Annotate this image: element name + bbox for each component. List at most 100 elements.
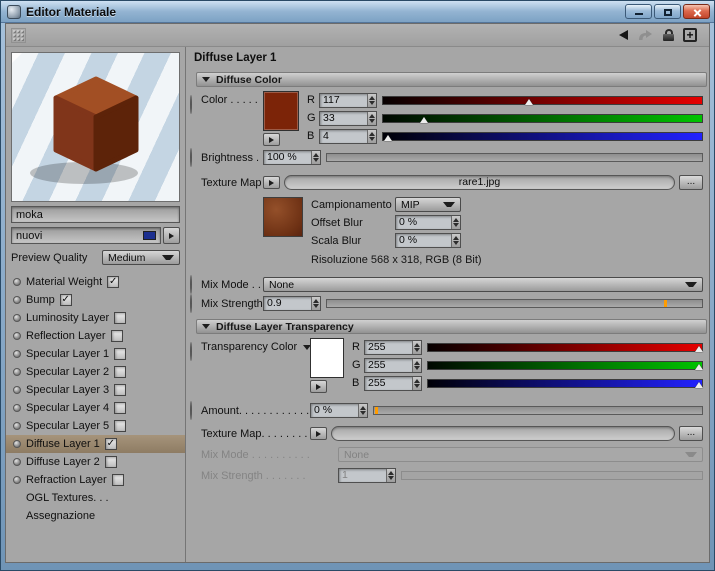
- transparency-browse-button[interactable]: ...: [679, 426, 703, 441]
- channel-specular-layer-2[interactable]: Specular Layer 2: [6, 363, 185, 381]
- spinner-arrows-icon[interactable]: [412, 358, 421, 372]
- transparency-color-swatch[interactable]: [310, 338, 344, 378]
- anim-dot[interactable]: [13, 404, 21, 412]
- anim-dot[interactable]: [13, 278, 21, 286]
- g-value-spinner[interactable]: 33: [319, 110, 377, 126]
- channel-checkbox[interactable]: [104, 456, 117, 468]
- slider-handle[interactable]: [374, 407, 378, 414]
- channel-checkbox[interactable]: [114, 384, 127, 396]
- anim-dot[interactable]: [13, 332, 21, 340]
- channel-checkbox[interactable]: [114, 366, 127, 378]
- title-bar[interactable]: Editor Materiale: [1, 1, 714, 23]
- transparency-b-spinner[interactable]: 255: [364, 375, 422, 391]
- close-button[interactable]: [683, 4, 710, 19]
- spinner-arrows-icon[interactable]: [367, 129, 376, 143]
- history-back-icon[interactable]: [619, 30, 628, 40]
- layer-expand-button[interactable]: [163, 227, 180, 244]
- amount-spinner[interactable]: 0 %: [310, 403, 368, 418]
- channel-checkbox[interactable]: ✓: [107, 276, 120, 288]
- add-icon[interactable]: [683, 28, 697, 42]
- section-diffuse-color[interactable]: Diffuse Color: [196, 72, 707, 87]
- r-value-spinner[interactable]: 117: [319, 92, 377, 108]
- anim-dot[interactable]: [13, 368, 21, 376]
- brightness-slider[interactable]: [326, 153, 703, 162]
- diffuse-color-swatch[interactable]: [263, 91, 299, 131]
- anim-dot[interactable]: [13, 458, 21, 466]
- sampling-dropdown[interactable]: MIP: [395, 197, 461, 212]
- color-expand-button[interactable]: [263, 133, 280, 146]
- transparency-expand-button[interactable]: [310, 380, 327, 393]
- transparency-b-slider[interactable]: [427, 378, 703, 388]
- channel-checkbox[interactable]: [114, 420, 127, 432]
- texture-expand-button[interactable]: [263, 176, 280, 189]
- spinner-arrows-icon[interactable]: [412, 376, 421, 390]
- spinner-arrows-icon[interactable]: [367, 111, 376, 125]
- material-name-field[interactable]: moka: [11, 206, 180, 223]
- channel-checkbox[interactable]: ✓: [59, 294, 72, 306]
- channel-luminosity-layer[interactable]: Luminosity Layer: [6, 309, 185, 327]
- spinner-arrows-icon[interactable]: [311, 151, 320, 164]
- channel-specular-layer-1[interactable]: Specular Layer 1: [6, 345, 185, 363]
- texture-thumbnail[interactable]: [263, 197, 303, 237]
- redo-arrow-icon[interactable]: [637, 29, 654, 42]
- item-ogl-textures[interactable]: OGL Textures. . .: [6, 489, 185, 507]
- spinner-arrows-icon[interactable]: [451, 216, 460, 229]
- mix-strength-spinner[interactable]: 0.9: [263, 296, 321, 311]
- g-slider[interactable]: [382, 113, 703, 123]
- transparency-g-slider[interactable]: [427, 360, 703, 370]
- anim-dot[interactable]: [190, 293, 192, 313]
- channel-specular-layer-3[interactable]: Specular Layer 3: [6, 381, 185, 399]
- slider-marker[interactable]: [694, 363, 703, 370]
- anim-dot[interactable]: [190, 400, 192, 420]
- anim-dot[interactable]: [13, 296, 21, 304]
- channel-refraction-layer[interactable]: Refraction Layer: [6, 471, 185, 489]
- texture-file-field[interactable]: rare1.jpg: [284, 175, 675, 190]
- spinner-arrows-icon[interactable]: [367, 93, 376, 107]
- transparency-r-spinner[interactable]: 255: [364, 339, 422, 355]
- minimize-button[interactable]: [625, 4, 652, 19]
- anim-dot[interactable]: [13, 440, 21, 448]
- anim-dot[interactable]: [190, 147, 192, 167]
- layer-name-field[interactable]: nuovi: [11, 227, 161, 244]
- b-value-spinner[interactable]: 4: [319, 128, 377, 144]
- transparency-texture-field[interactable]: [331, 426, 675, 441]
- section-diffuse-layer-transparency[interactable]: Diffuse Layer Transparency: [196, 319, 707, 334]
- slider-marker[interactable]: [694, 345, 703, 352]
- channel-checkbox[interactable]: [114, 312, 127, 324]
- r-slider[interactable]: [382, 95, 703, 105]
- channel-diffuse-layer-2[interactable]: Diffuse Layer 2: [6, 453, 185, 471]
- channel-bump[interactable]: Bump ✓: [6, 291, 185, 309]
- spinner-arrows-icon[interactable]: [451, 234, 460, 247]
- anim-dot[interactable]: [13, 476, 21, 484]
- item-assegnazione[interactable]: Assegnazione: [6, 507, 185, 525]
- channel-reflection-layer[interactable]: Reflection Layer: [6, 327, 185, 345]
- material-preview[interactable]: [11, 52, 180, 202]
- maximize-button[interactable]: [654, 4, 681, 19]
- slider-marker[interactable]: [420, 116, 429, 123]
- anim-dot[interactable]: [190, 342, 192, 361]
- b-slider[interactable]: [382, 131, 703, 141]
- preview-quality-dropdown[interactable]: Medium: [102, 250, 180, 265]
- channel-specular-layer-4[interactable]: Specular Layer 4: [6, 399, 185, 417]
- spinner-arrows-icon[interactable]: [358, 404, 367, 417]
- spinner-arrows-icon[interactable]: [412, 340, 421, 354]
- anim-dot[interactable]: [13, 422, 21, 430]
- channel-checkbox[interactable]: ✓: [104, 438, 117, 450]
- anim-dot[interactable]: [13, 386, 21, 394]
- transparency-texture-expand-button[interactable]: [310, 427, 327, 440]
- slider-marker[interactable]: [384, 134, 393, 141]
- mix-mode-dropdown[interactable]: None: [263, 277, 703, 292]
- channel-diffuse-layer-1[interactable]: Diffuse Layer 1 ✓: [6, 435, 185, 453]
- mix-strength-slider[interactable]: [326, 299, 703, 308]
- texture-browse-button[interactable]: ...: [679, 175, 703, 190]
- channel-specular-layer-5[interactable]: Specular Layer 5: [6, 417, 185, 435]
- channel-checkbox[interactable]: [114, 348, 127, 360]
- amount-slider[interactable]: [373, 406, 703, 415]
- anim-dot[interactable]: [190, 95, 192, 114]
- channel-checkbox[interactable]: [114, 402, 127, 414]
- spinner-arrows-icon[interactable]: [311, 297, 320, 310]
- transparency-g-spinner[interactable]: 255: [364, 357, 422, 373]
- anim-dot[interactable]: [13, 350, 21, 358]
- channel-checkbox[interactable]: [111, 474, 124, 486]
- channel-material-weight[interactable]: Material Weight ✓: [6, 273, 185, 291]
